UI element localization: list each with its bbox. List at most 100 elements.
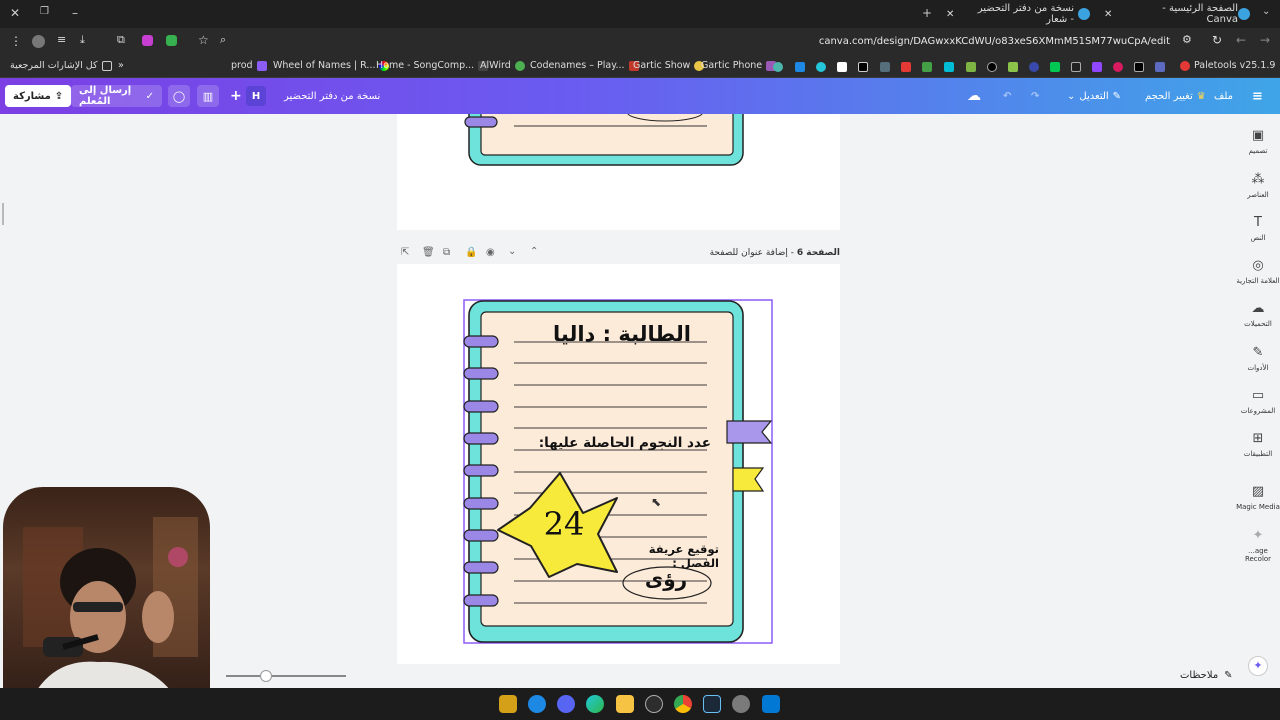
bookmark-all[interactable]: كل الإشارات المرجعية	[10, 60, 112, 71]
menu-dots-icon[interactable]: ⋮	[10, 34, 22, 48]
bookmark-icon[interactable]	[773, 62, 783, 72]
duplicate-icon[interactable]: ⧉	[443, 247, 450, 258]
notes-button[interactable]: ملاحظات ✎	[1180, 670, 1233, 681]
hide-icon[interactable]: ◉	[486, 247, 495, 258]
side-item-magic-media[interactable]: ▨ Magic Media	[1236, 484, 1280, 511]
tab-search-icon[interactable]: ⌄	[1262, 6, 1270, 17]
bookmark-icon[interactable]	[795, 62, 805, 72]
chevron-up-icon[interactable]: ⌃	[530, 246, 538, 257]
bookmark-paletools[interactable]: Paletools v25.1.9	[1180, 60, 1275, 71]
comment-icon[interactable]: ◯	[168, 85, 190, 107]
edge-icon[interactable]	[586, 695, 604, 713]
lock-icon[interactable]: 🔒	[465, 247, 477, 258]
tab-design[interactable]: ✕ نسخة من دفتر التحضير - شعار	[946, 3, 1090, 25]
app-icon[interactable]	[645, 695, 663, 713]
bookmark-icon[interactable]	[944, 62, 954, 72]
add-collaborator-icon[interactable]: +	[230, 85, 242, 107]
bookmark-icon[interactable]	[880, 62, 890, 72]
discord-icon[interactable]	[557, 695, 575, 713]
new-tab-icon[interactable]: +	[922, 6, 932, 20]
resize-handle[interactable]	[2, 203, 4, 225]
send-to-teacher-button[interactable]: إرسال إلى المُعلم ✓	[71, 85, 162, 107]
bookmark-star-icon[interactable]: ☆	[198, 33, 209, 47]
twitch-icon[interactable]	[1092, 62, 1102, 72]
page-5-canvas[interactable]	[397, 114, 840, 230]
bookmark-icon[interactable]	[922, 62, 932, 72]
chrome-icon[interactable]	[674, 695, 692, 713]
insights-icon[interactable]: ▥	[197, 85, 219, 107]
tab-home[interactable]: ✕ الصفحة الرئيسية - Canva	[1104, 3, 1250, 25]
reload-icon[interactable]: ↻	[1212, 33, 1222, 47]
bookmark-alwird[interactable]: AlWird	[480, 60, 525, 71]
doc-title[interactable]: نسخة من دفتر التحضير	[284, 85, 380, 107]
bookmark-icon[interactable]	[1155, 62, 1165, 72]
bookmark-icon[interactable]	[1071, 62, 1081, 72]
bookmark-wheel[interactable]: Wheel of Names | R...	[273, 60, 390, 71]
side-item-text[interactable]: T النص	[1236, 215, 1280, 242]
cloud-save-icon[interactable]: ☁	[967, 85, 981, 107]
x-icon[interactable]	[1134, 62, 1144, 72]
bookmark-icon[interactable]	[837, 62, 847, 72]
side-item-projects[interactable]: ▭ المشروعات	[1236, 388, 1280, 415]
site-settings-icon[interactable]: ⚙	[1182, 33, 1192, 46]
bookmark-gartic-show[interactable]: Gartic Show	[633, 60, 705, 71]
bookmark-icon[interactable]	[1008, 62, 1018, 72]
zoom-slider-thumb[interactable]	[260, 670, 272, 682]
bookmark-icon[interactable]	[987, 62, 997, 72]
shield-icon[interactable]	[166, 35, 177, 46]
close-window-icon[interactable]: ✕	[10, 6, 20, 20]
app-icon[interactable]	[528, 695, 546, 713]
bookmark-icon[interactable]	[816, 62, 826, 72]
bookmark-icon[interactable]	[858, 62, 868, 72]
url-field[interactable]: canva.com/design/DAGwxxKCdWU/o83xeS6XMmM…	[780, 36, 1170, 47]
tab-close-icon[interactable]: ✕	[946, 9, 954, 20]
chevron-down-icon[interactable]: ⌄	[508, 246, 516, 257]
signature-label[interactable]: توقيع عريفة الفصل :	[609, 542, 719, 570]
steam-icon[interactable]	[703, 695, 721, 713]
page-6-canvas[interactable]: الطالبة : داليا عدد النجوم الحاصلة عليها…	[397, 264, 840, 664]
hamburger-menu-icon[interactable]: ≡	[1252, 85, 1263, 107]
app-icon[interactable]	[499, 695, 517, 713]
bookmark-icon[interactable]	[1050, 62, 1060, 72]
page-title[interactable]: الصفحة 6 - إضافة عنوان للصفحة	[697, 248, 840, 258]
puzzle-icon[interactable]: ⧉	[117, 33, 125, 47]
tab-close-icon[interactable]: ✕	[1104, 9, 1112, 20]
file-explorer-icon[interactable]	[616, 695, 634, 713]
forward-icon[interactable]: ←	[1236, 33, 1246, 47]
side-item-brand[interactable]: ◎ العلامة التجارية	[1236, 258, 1280, 285]
download-icon[interactable]: ⤓	[80, 33, 85, 47]
back-icon[interactable]: →	[1260, 33, 1270, 47]
side-item-design[interactable]: ▣ تصميم	[1236, 128, 1280, 155]
settings-icon[interactable]	[732, 695, 750, 713]
file-menu[interactable]: ملف	[1214, 85, 1233, 107]
stars-count-label[interactable]: عدد النجوم الحاصلة عليها:	[529, 435, 711, 451]
edit-mode-button[interactable]: ⌄ التعديل ✎	[1067, 85, 1121, 107]
bookmark-codenames[interactable]: Codenames – Play...	[530, 60, 639, 71]
share-button[interactable]: مشاركة ⇪	[5, 85, 72, 107]
chevron-icon[interactable]: »	[118, 60, 124, 71]
profile-avatar[interactable]	[32, 35, 45, 48]
avatar[interactable]: H	[246, 86, 266, 106]
side-item-apps[interactable]: ⊞ التطبيقات	[1236, 431, 1280, 458]
side-item-recolor[interactable]: ✦ ...age Recolor	[1236, 528, 1280, 563]
extensions-icon[interactable]: ≡	[57, 33, 66, 46]
magic-assistant-icon[interactable]: ✦	[1248, 656, 1268, 676]
bookmark-icon[interactable]	[966, 62, 976, 72]
zoom-slider[interactable]	[226, 670, 346, 682]
side-item-tools[interactable]: ✎ الأدوات	[1236, 345, 1280, 372]
side-item-elements[interactable]: ⁂ العناصر	[1236, 172, 1280, 199]
bookmark-songcomp[interactable]: Home - SongComp...	[376, 60, 489, 71]
signature-text[interactable]: رؤى	[633, 567, 699, 591]
undo-icon[interactable]: ↶	[1003, 85, 1011, 107]
bookmark-icon[interactable]	[901, 62, 911, 72]
zoom-icon[interactable]: ⌕	[220, 33, 226, 47]
windows-icon[interactable]	[762, 695, 780, 713]
star-count-number[interactable]: 24	[537, 505, 591, 543]
bookmark-icon[interactable]	[1029, 62, 1039, 72]
share-page-icon[interactable]: ⇱	[401, 247, 409, 258]
instagram-icon[interactable]	[1113, 62, 1123, 72]
restore-window-icon[interactable]: ❐	[40, 6, 49, 17]
student-name-text[interactable]: الطالبة : داليا	[547, 322, 697, 346]
side-item-uploads[interactable]: ☁ التحميلات	[1236, 301, 1280, 328]
resize-button[interactable]: تغيير الحجم ♛	[1145, 85, 1206, 107]
